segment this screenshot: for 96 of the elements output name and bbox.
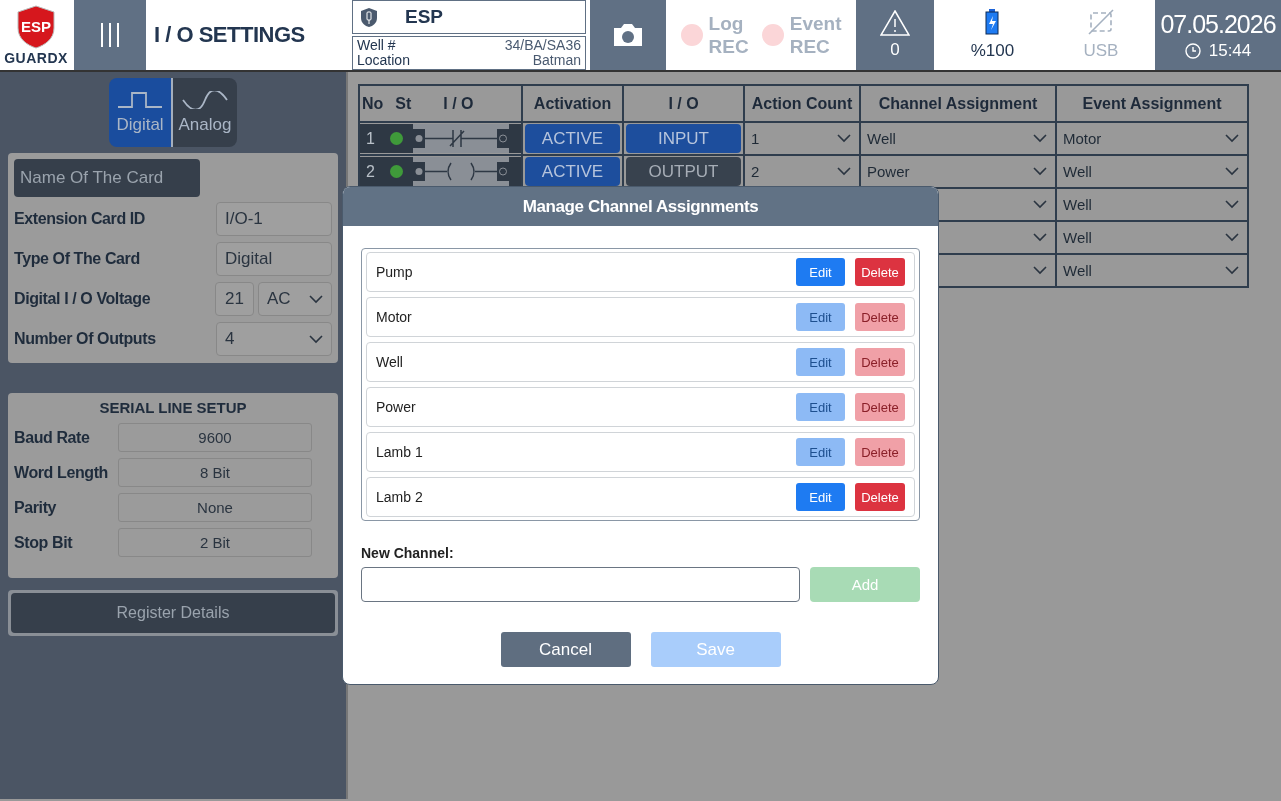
dropdown-value[interactable]: Well [1063, 163, 1092, 180]
column-header: Activation [533, 94, 612, 112]
dropdown-value[interactable]: Motor [1063, 130, 1102, 147]
field-label: Word Length [14, 463, 109, 482]
dropdown-value[interactable]: 1 [751, 130, 760, 147]
register-details-button[interactable]: Register Details [11, 593, 335, 633]
channel-name: Pump [376, 264, 414, 280]
value-field[interactable]: I/O-1 [216, 202, 332, 236]
field-label: Baud Rate [14, 428, 91, 447]
row-number: 2 [365, 162, 376, 181]
shield-icon [361, 7, 377, 27]
chevron-icon [1033, 233, 1047, 242]
chevron-icon [309, 334, 323, 344]
column-header: St [395, 94, 412, 113]
column-header: Action Count [751, 94, 853, 112]
chevron-icon [309, 294, 323, 304]
well-value: 34/BA/SA36 [504, 38, 581, 53]
field-label: Stop Bit [14, 533, 74, 552]
chevron-icon [1225, 200, 1239, 209]
chevron-icon [1225, 167, 1239, 176]
usb-label: USB [1083, 41, 1119, 61]
record-label: Log REC [708, 12, 749, 58]
mode-tab[interactable]: Analog [173, 78, 237, 147]
chevron-icon [1225, 233, 1239, 242]
dropdown[interactable]: 4 [216, 322, 332, 356]
edit-button[interactable]: Edit [796, 483, 845, 511]
dropdown-value[interactable]: 2 [751, 163, 760, 180]
value-field[interactable]: 9600 [118, 423, 312, 452]
column-header: No [362, 94, 384, 113]
square-wave-icon [117, 90, 163, 109]
chevron-icon [837, 167, 851, 176]
chevron-icon [837, 134, 851, 143]
value-field[interactable]: None [118, 493, 312, 522]
well-label: Well # [357, 38, 397, 53]
channel-name: Lamb 1 [376, 444, 424, 460]
section-title: SERIAL LINE SETUP [98, 399, 248, 416]
channel-name: Power [376, 399, 417, 415]
io-toggle[interactable]: INPUT [626, 124, 741, 153]
chevron-icon [1033, 200, 1047, 209]
channel-name: Motor [376, 309, 413, 325]
io-toggle[interactable]: OUTPUT [626, 157, 741, 186]
value-field[interactable]: 2 Bit [118, 528, 312, 557]
edit-button[interactable]: Edit [796, 258, 845, 286]
dropdown[interactable]: AC [258, 282, 332, 316]
battery-charging-icon [985, 9, 1000, 35]
logo-text: GUARDX [4, 49, 68, 66]
activation-button[interactable]: ACTIVE [525, 157, 620, 186]
field-label: Type Of The Card [14, 250, 140, 268]
column-header: I / O [668, 94, 699, 112]
sine-wave-icon [182, 90, 228, 109]
camera-icon[interactable] [612, 22, 644, 48]
activation-button[interactable]: ACTIVE [525, 124, 620, 153]
cancel-button[interactable]: Cancel [500, 632, 631, 667]
location-value: Batman [531, 53, 581, 68]
warning-icon[interactable] [880, 10, 910, 36]
menu-icon[interactable] [100, 23, 120, 47]
chevron-icon [1033, 266, 1047, 275]
device-name: ESP [405, 6, 444, 28]
value-field[interactable]: 8 Bit [118, 458, 312, 487]
value-field[interactable]: 21 [215, 282, 254, 316]
dropdown-value[interactable]: Well [1063, 196, 1092, 213]
delete-button[interactable]: Delete [855, 483, 905, 511]
alarm-count: 0 [890, 40, 900, 60]
column-header: I / O [443, 94, 474, 113]
chevron-icon [1033, 134, 1047, 143]
column-header: Event Assignment [1082, 94, 1222, 112]
battery-level: %100 [970, 41, 1015, 61]
delete-button[interactable]: Delete [855, 258, 905, 286]
logo-shield: ESP [16, 4, 56, 49]
record-label: Event REC [789, 12, 842, 58]
time-text: 15:44 [1208, 40, 1252, 61]
dropdown-value[interactable]: Power [867, 163, 910, 180]
location-label: Location [357, 53, 411, 68]
chevron-icon [1225, 266, 1239, 275]
column-header: Channel Assignment [878, 94, 1038, 112]
field-label: New Channel: [361, 545, 455, 561]
date-text: 07.05.2026 [1160, 9, 1276, 39]
dialog-title: Manage Channel Assignments [343, 187, 938, 226]
dropdown-value[interactable]: Well [1063, 262, 1092, 279]
row-number: 1 [365, 129, 376, 148]
mode-tab[interactable]: Digital [109, 78, 173, 147]
dropdown-value[interactable]: Well [1063, 229, 1092, 246]
value-field[interactable]: Digital [216, 242, 332, 276]
field-label: Parity [14, 498, 58, 517]
chevron-icon [1225, 134, 1239, 143]
card-name-field[interactable]: Name Of The Card [14, 159, 200, 197]
field-label: Extension Card ID [14, 210, 145, 228]
chevron-icon [1033, 167, 1047, 176]
field-label: Digital I / O Voltage [14, 290, 151, 308]
clock-icon [1184, 42, 1201, 59]
page-title: I / O SETTINGS [153, 21, 306, 49]
channel-name: Well [376, 354, 404, 370]
field-label: Number Of Outputs [14, 330, 156, 348]
dropdown-value[interactable]: Well [867, 130, 896, 147]
new-channel-field[interactable] [361, 567, 801, 602]
channel-name: Lamb 2 [376, 489, 424, 505]
